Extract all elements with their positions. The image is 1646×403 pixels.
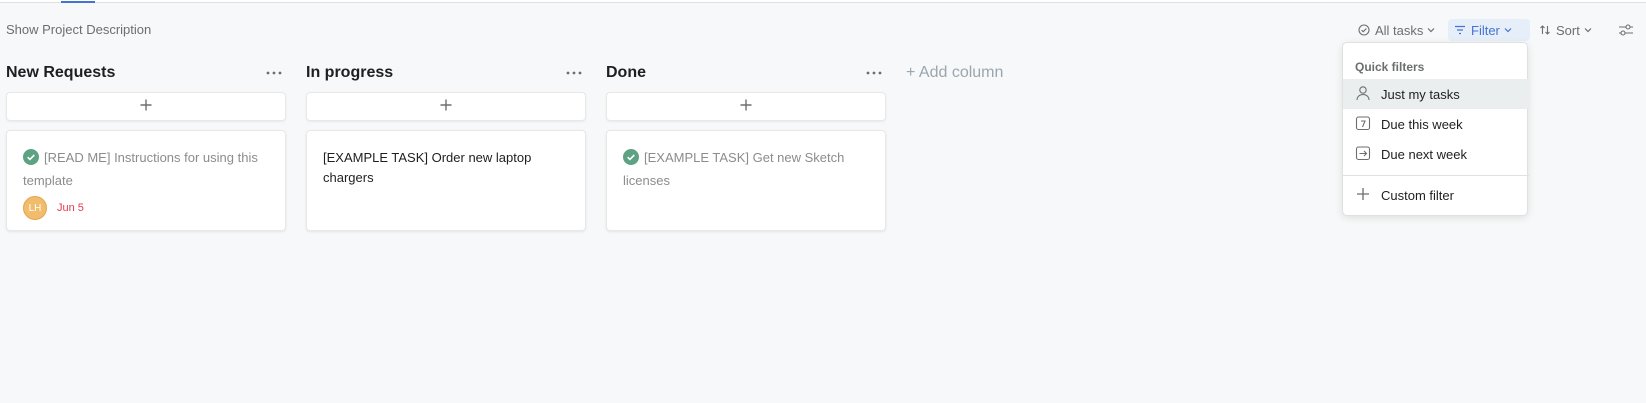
sort-icon [1539, 24, 1551, 36]
customize-button[interactable] [1614, 19, 1640, 41]
calendar-seven-icon [1355, 115, 1381, 134]
due-date[interactable]: Jun 5 [57, 202, 84, 214]
all-tasks-label: All tasks [1375, 22, 1424, 38]
column-title: New Requests [6, 64, 116, 81]
column-title: Done [606, 64, 646, 81]
chevron-down-icon [1584, 27, 1592, 33]
completed-check-icon[interactable] [623, 149, 639, 171]
add-task-button[interactable] [606, 92, 886, 121]
plus-icon [140, 98, 152, 116]
chevron-down-icon [1427, 27, 1435, 33]
task-title: [EXAMPLE TASK] Get new Sketch licenses [623, 148, 869, 191]
filter-button[interactable]: Filter [1448, 19, 1530, 41]
filter-item-label: Due this week [1381, 116, 1463, 132]
assignee-avatar[interactable]: LH [23, 196, 47, 220]
active-tab-indicator [61, 1, 95, 3]
add-task-button[interactable] [306, 92, 586, 121]
task-title-text: [EXAMPLE TASK] Get new Sketch licenses [623, 150, 845, 188]
plus-icon [1355, 186, 1381, 205]
more-options-icon[interactable] [862, 63, 886, 83]
sort-label: Sort [1556, 22, 1580, 38]
calendar-arrow-icon [1355, 145, 1381, 164]
filter-item-label: Custom filter [1381, 187, 1454, 203]
add-task-button[interactable] [6, 92, 286, 121]
top-border [0, 0, 1646, 3]
more-options-icon[interactable] [562, 63, 586, 83]
all-tasks-button[interactable]: All tasks [1352, 19, 1441, 41]
sliders-icon [1618, 24, 1634, 36]
filter-icon [1454, 25, 1466, 35]
board-column-done: Done [EXAMPLE TASK] Get new Sketch licen… [606, 60, 886, 231]
column-header: New Requests [6, 60, 286, 86]
chevron-down-icon [1504, 27, 1512, 33]
filter-dropdown-menu: Quick filters Just my tasks Due this wee… [1342, 42, 1529, 216]
sort-button[interactable]: Sort [1533, 19, 1598, 41]
column-title: In progress [306, 64, 394, 81]
completed-check-icon[interactable] [23, 149, 39, 171]
task-title: [READ ME] Instructions for using this te… [23, 148, 269, 191]
user-icon [1355, 85, 1381, 104]
quick-filters-heading: Quick filters [1355, 60, 1425, 74]
plus-icon [440, 98, 452, 116]
plus-icon [740, 98, 752, 116]
show-project-description-link[interactable]: Show Project Description [6, 22, 151, 37]
column-header: In progress [306, 60, 586, 86]
task-card[interactable]: [EXAMPLE TASK] Get new Sketch licenses [606, 130, 886, 231]
filter-item-custom-filter[interactable]: Custom filter [1343, 180, 1529, 210]
more-options-icon[interactable] [262, 63, 286, 83]
menu-divider [1343, 175, 1529, 176]
filter-item-label: Just my tasks [1381, 86, 1460, 102]
add-column-button[interactable]: + Add column [906, 64, 1003, 82]
filter-item-due-next-week[interactable]: Due next week [1343, 139, 1529, 169]
filter-item-due-this-week[interactable]: Due this week [1343, 109, 1529, 139]
task-card[interactable]: [READ ME] Instructions for using this te… [6, 130, 286, 231]
check-circle-icon [1358, 24, 1370, 36]
board-column-new-requests: New Requests [READ ME] Instructions for … [6, 60, 286, 231]
task-title-text: [READ ME] Instructions for using this te… [23, 150, 258, 188]
task-meta: LH Jun 5 [23, 196, 269, 220]
filter-label: Filter [1471, 22, 1500, 38]
task-title: [EXAMPLE TASK] Order new laptop chargers [323, 150, 532, 185]
task-card[interactable]: [EXAMPLE TASK] Order new laptop chargers [306, 130, 586, 231]
filter-item-label: Due next week [1381, 146, 1467, 162]
column-header: Done [606, 60, 886, 86]
board-column-in-progress: In progress [EXAMPLE TASK] Order new lap… [306, 60, 586, 231]
filter-item-just-my-tasks[interactable]: Just my tasks [1343, 79, 1529, 109]
